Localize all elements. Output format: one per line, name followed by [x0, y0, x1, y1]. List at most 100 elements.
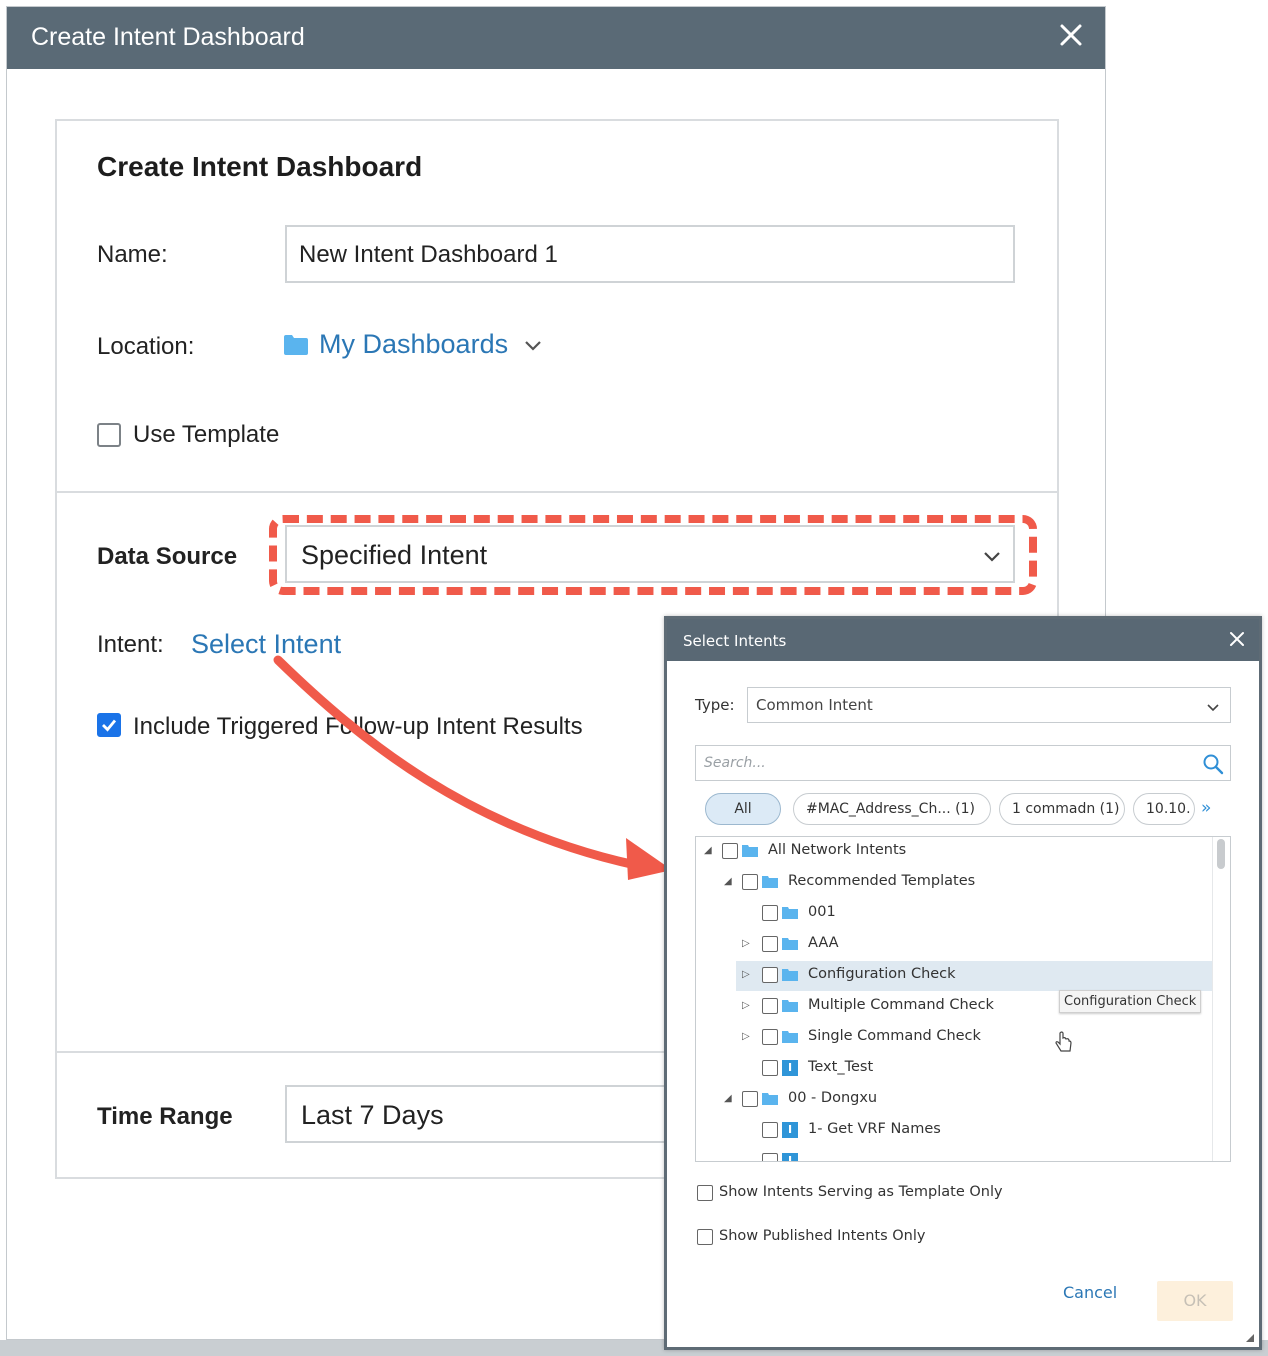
tree-checkbox[interactable]: [762, 998, 778, 1014]
intent-icon: I: [782, 1122, 798, 1138]
expand-triangle-icon[interactable]: ◢: [724, 876, 734, 887]
tree-row[interactable]: I Text_Test: [696, 1054, 1212, 1084]
tree-row[interactable]: ◢ 00 - Dongxu: [696, 1085, 1212, 1115]
folder-icon: [284, 334, 308, 355]
location-dropdown[interactable]: My Dashboards: [283, 329, 544, 360]
intent-label: Intent:: [97, 631, 164, 658]
folder-icon: [782, 969, 798, 981]
chevron-down-icon: [1207, 704, 1219, 712]
cancel-button[interactable]: Cancel: [1063, 1283, 1117, 1302]
folder-icon: [762, 1093, 778, 1105]
tree-checkbox[interactable]: [742, 1091, 758, 1107]
tree-label: Recommended Templates: [788, 873, 976, 889]
show-published-only-checkbox[interactable]: [697, 1229, 713, 1245]
tree-row-partial[interactable]: I: [696, 1147, 1212, 1161]
folder-icon: [762, 876, 778, 888]
type-label: Type:: [695, 696, 735, 714]
show-template-only-label: Show Intents Serving as Template Only: [719, 1184, 1003, 1200]
tree-label: Single Command Check: [808, 1028, 981, 1044]
name-input[interactable]: New Intent Dashboard 1: [285, 225, 1015, 283]
expand-triangle-icon[interactable]: ◢: [704, 845, 714, 856]
hand-cursor-icon: [1055, 1031, 1072, 1052]
chevron-double-right-icon[interactable]: »: [1201, 798, 1211, 818]
location-value: My Dashboards: [319, 329, 509, 359]
intent-icon: I: [782, 1060, 798, 1076]
tree-label: Multiple Command Check: [808, 997, 994, 1013]
section-divider: [57, 491, 1057, 493]
tree-checkbox[interactable]: [762, 967, 778, 983]
tree-checkbox[interactable]: [762, 1060, 778, 1076]
intent-icon: I: [782, 1153, 798, 1161]
resize-grip-icon[interactable]: [1245, 1333, 1255, 1343]
include-followup-label: Include Triggered Follow-up Intent Resul…: [133, 713, 583, 740]
tree-checkbox[interactable]: [742, 874, 758, 890]
section-divider: [57, 1051, 667, 1053]
tree-label: Text_Test: [808, 1059, 874, 1075]
scroll-thumb[interactable]: [1217, 839, 1225, 869]
location-label: Location:: [97, 333, 195, 360]
collapse-triangle-icon[interactable]: ▷: [742, 1031, 752, 1042]
close-icon[interactable]: [1227, 629, 1247, 649]
tree-label: 00 - Dongxu: [788, 1090, 878, 1106]
tree-row[interactable]: ◢ Recommended Templates: [696, 868, 1212, 898]
collapse-triangle-icon[interactable]: ▷: [742, 969, 752, 980]
folder-icon: [742, 845, 758, 857]
tree-label: Configuration Check: [808, 966, 956, 982]
tree-label: All Network Intents: [768, 842, 907, 858]
include-followup-checkbox[interactable]: [97, 713, 121, 737]
collapse-triangle-icon[interactable]: ▷: [742, 1000, 752, 1011]
show-template-only-checkbox[interactable]: [697, 1185, 713, 1201]
tooltip: Configuration Check: [1059, 990, 1202, 1013]
type-value: Common Intent: [756, 696, 873, 714]
chevron-down-icon: [525, 340, 541, 351]
tree-label: AAA: [808, 935, 839, 951]
tree-row[interactable]: ▷ AAA: [696, 930, 1212, 960]
tree-row[interactable]: ◢ All Network Intents: [696, 837, 1212, 867]
tree-row-hovered[interactable]: ▷ Configuration Check: [736, 961, 1212, 991]
data-source-label: Data Source: [97, 543, 238, 570]
tree-label: 1- Get VRF Names: [808, 1121, 941, 1137]
time-range-label: Time Range: [97, 1103, 233, 1130]
tree-row[interactable]: 001: [696, 899, 1212, 929]
expand-triangle-icon[interactable]: ◢: [724, 1093, 734, 1104]
dialog-header: Create Intent Dashboard: [7, 7, 1105, 69]
folder-icon: [782, 1000, 798, 1012]
tree-row[interactable]: ▷ Single Command Check: [696, 1023, 1212, 1053]
ok-button[interactable]: OK: [1157, 1281, 1233, 1321]
panel-title: Create Intent Dashboard: [97, 151, 423, 182]
tree-row[interactable]: I 1- Get VRF Names: [696, 1116, 1212, 1146]
tree-checkbox[interactable]: [762, 1122, 778, 1138]
folder-icon: [782, 907, 798, 919]
name-label: Name:: [97, 241, 168, 268]
collapse-triangle-icon[interactable]: ▷: [742, 938, 752, 949]
show-published-only-label: Show Published Intents Only: [719, 1228, 926, 1244]
time-range-select[interactable]: Last 7 Days: [285, 1085, 685, 1143]
tree-checkbox[interactable]: [722, 843, 738, 859]
dialog-title: Create Intent Dashboard: [31, 23, 305, 51]
tree-checkbox[interactable]: [762, 936, 778, 952]
time-range-value: Last 7 Days: [301, 1100, 444, 1130]
tree-label: 001: [808, 904, 836, 920]
tree-checkbox[interactable]: [762, 905, 778, 921]
use-template-label: Use Template: [133, 421, 280, 448]
select-intents-title: Select Intents: [683, 632, 787, 650]
filter-chip-all[interactable]: All: [705, 793, 781, 825]
tree-checkbox[interactable]: [762, 1029, 778, 1045]
close-icon[interactable]: [1055, 19, 1087, 51]
filter-chip[interactable]: 1 commadn (1): [999, 793, 1125, 825]
filter-chip[interactable]: 10.10.: [1133, 793, 1195, 825]
select-intents-dialog: Select Intents Type: Common Intent Searc…: [664, 616, 1262, 1350]
filter-chip[interactable]: #MAC_Address_Ch... (1): [793, 793, 991, 825]
tree-checkbox[interactable]: [762, 1153, 778, 1161]
type-select[interactable]: Common Intent: [747, 687, 1231, 723]
select-intent-link[interactable]: Select Intent: [191, 629, 341, 660]
search-icon[interactable]: [1202, 753, 1224, 775]
select-intents-header: Select Intents: [667, 619, 1259, 661]
highlight-box: [269, 515, 1037, 595]
tree-scrollbar[interactable]: [1212, 837, 1230, 1161]
search-placeholder: Search...: [704, 755, 766, 771]
search-input[interactable]: Search...: [695, 745, 1231, 781]
use-template-checkbox[interactable]: [97, 423, 121, 447]
folder-icon: [782, 1031, 798, 1043]
folder-icon: [782, 938, 798, 950]
